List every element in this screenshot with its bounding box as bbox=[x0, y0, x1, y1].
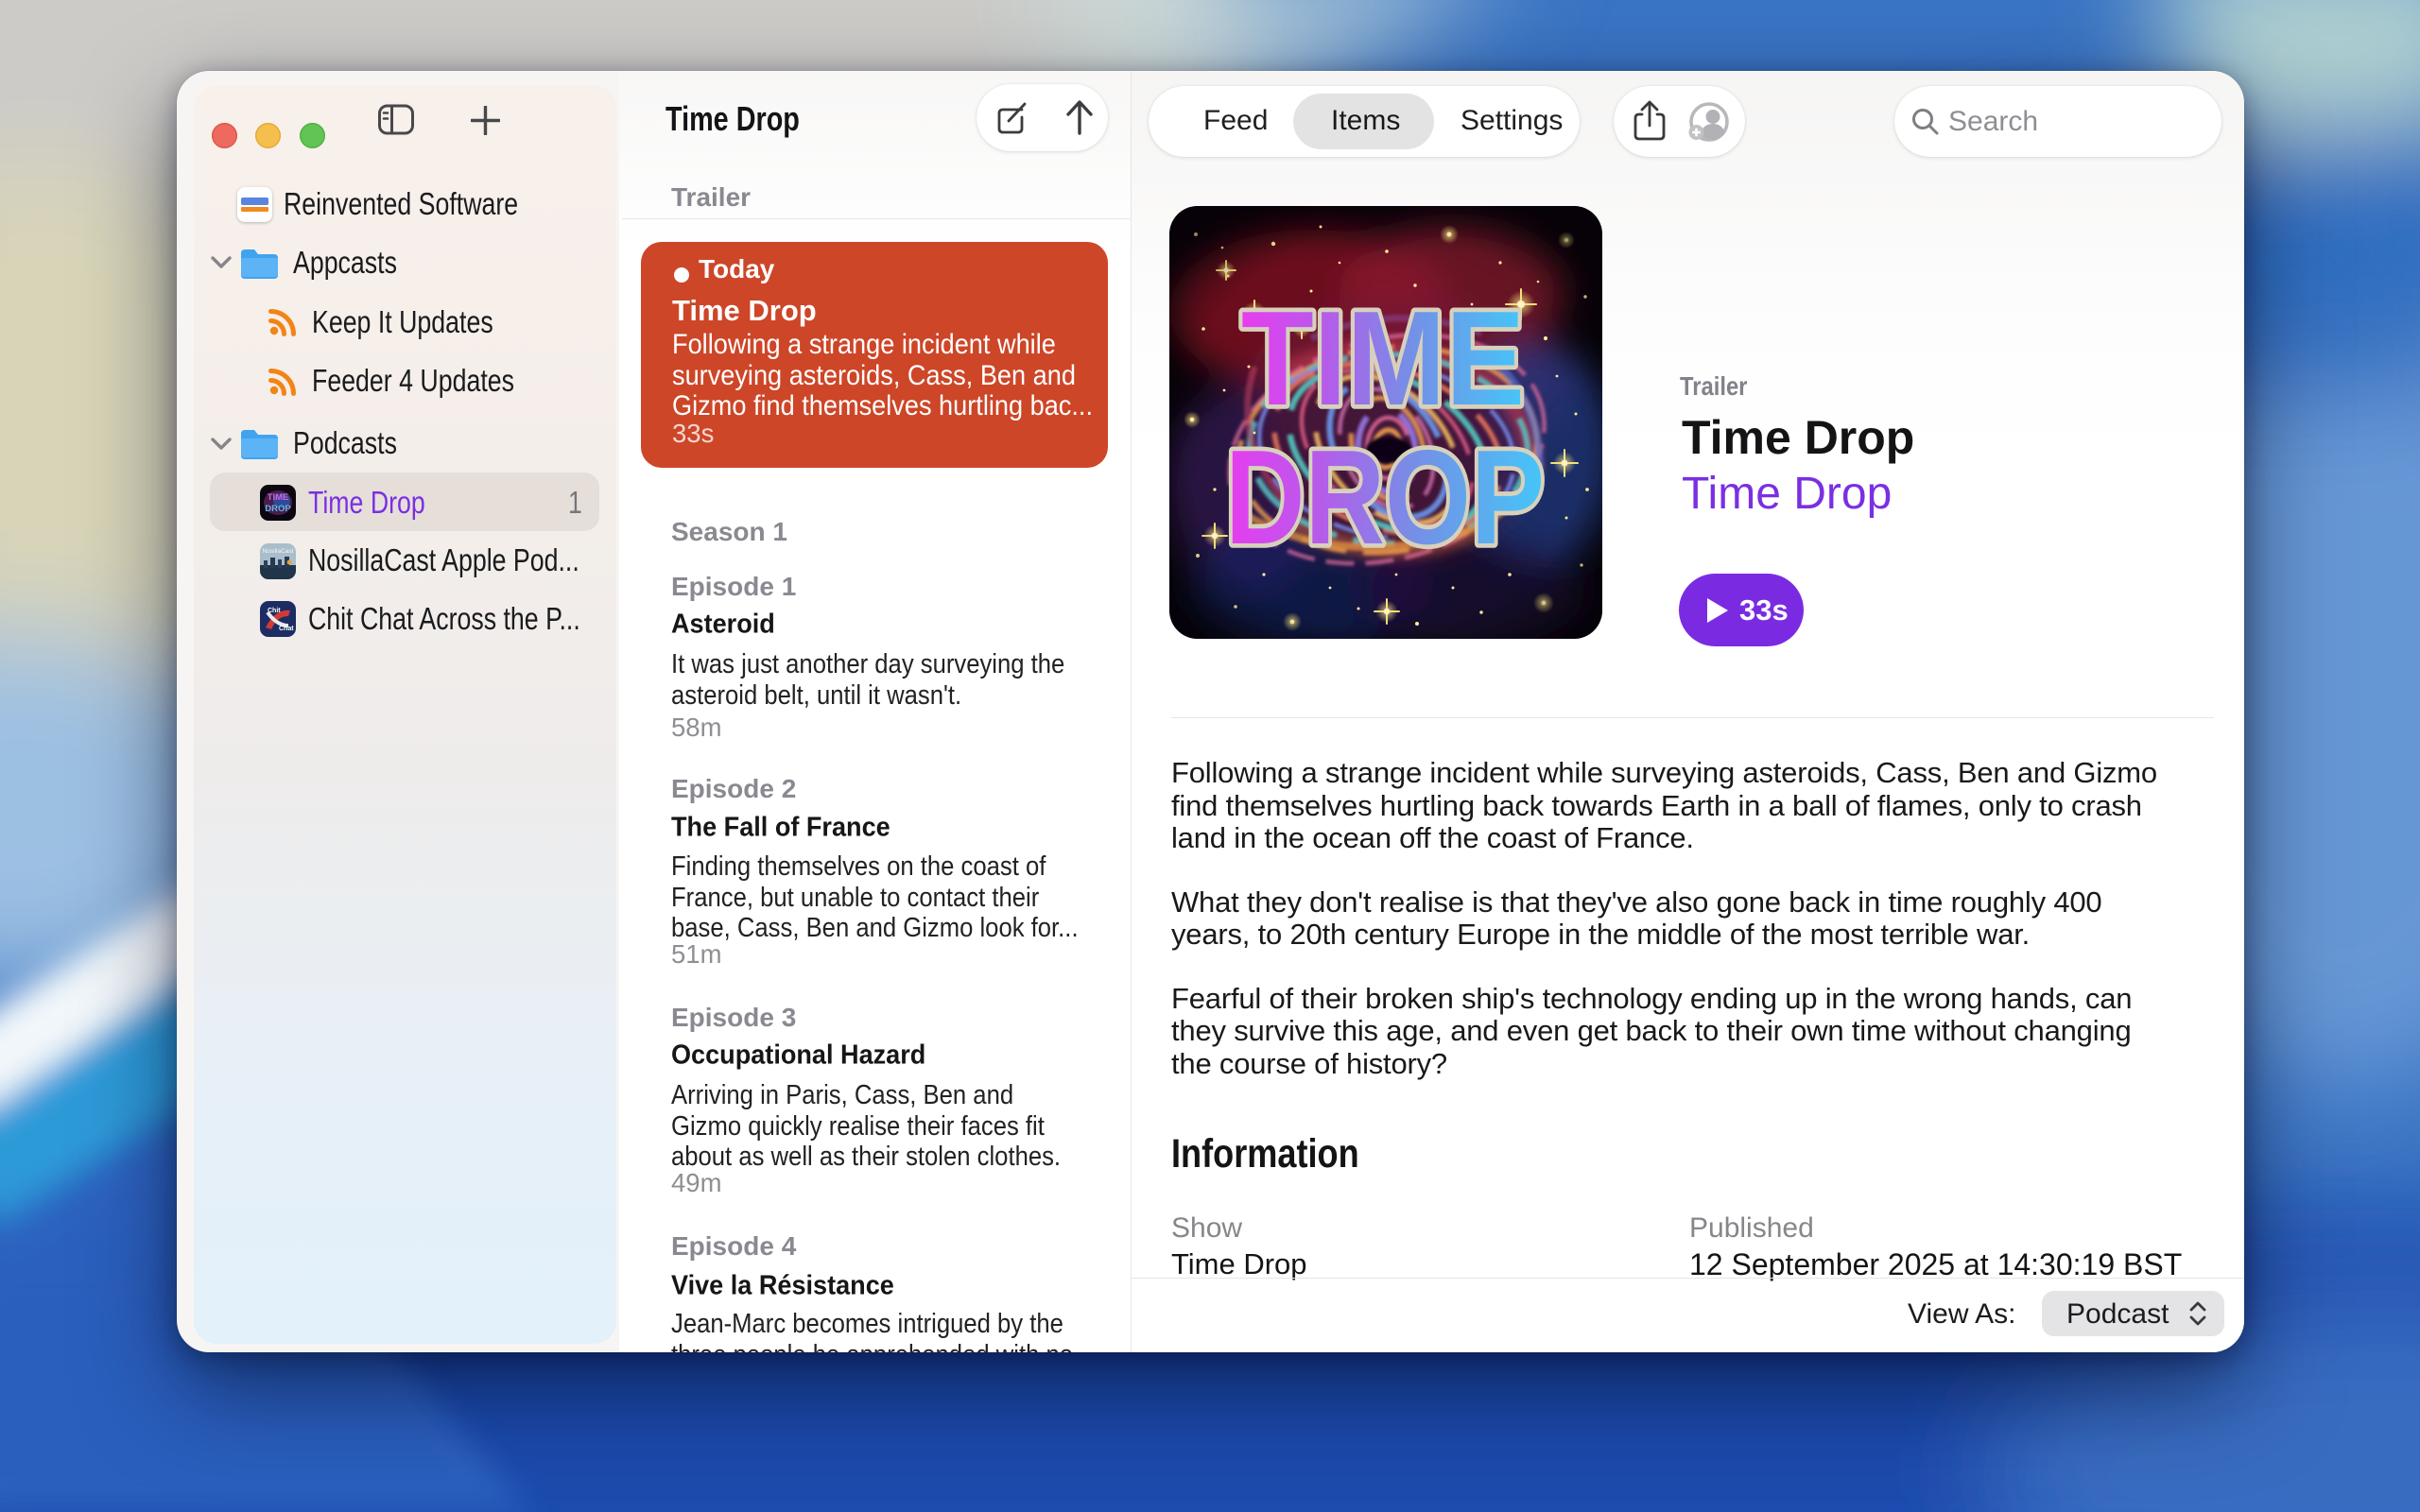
svg-text:TIME: TIME bbox=[1241, 284, 1525, 434]
svg-text:NosillaCast: NosillaCast bbox=[263, 548, 294, 555]
svg-text:DROP: DROP bbox=[1225, 422, 1545, 573]
svg-text:TIME: TIME bbox=[268, 492, 289, 503]
svg-text:Chit: Chit bbox=[268, 608, 281, 614]
svg-text:DROP: DROP bbox=[265, 504, 291, 514]
svg-text:Chat: Chat bbox=[279, 626, 294, 632]
